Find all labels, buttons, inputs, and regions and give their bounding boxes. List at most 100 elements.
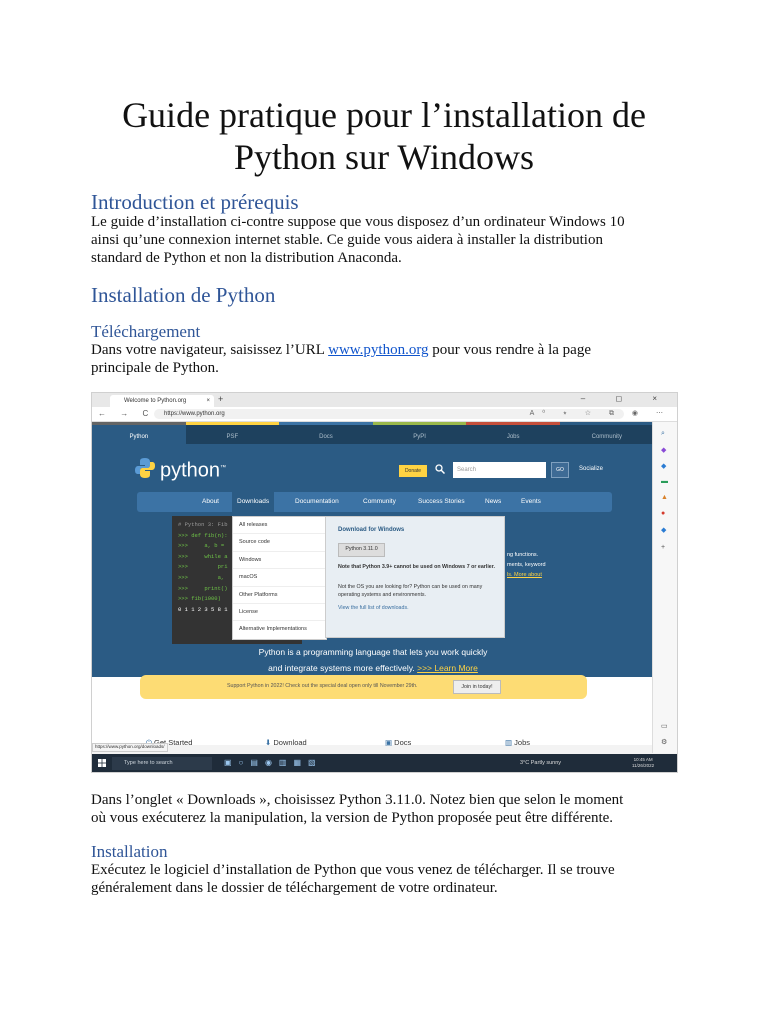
- download-paragraph: Dans votre navigateur, saisissez l’URL w…: [91, 341, 678, 377]
- document-page: Guide pratique pour l’installation de Py…: [0, 0, 768, 1024]
- intro-copy-line-1: ng functions.: [507, 552, 539, 558]
- menu-downloads[interactable]: Downloads: [232, 492, 275, 512]
- learn-more-link[interactable]: >>> Learn More: [417, 663, 478, 673]
- menu-news[interactable]: News: [485, 492, 501, 512]
- taskbar-search[interactable]: Type here to search: [112, 757, 212, 770]
- browser-toolbar-icons[interactable]: A⁰ ⭒ ☆ ⧉ ◉ ⋯: [530, 409, 671, 418]
- document-title: Guide pratique pour l’installation de Py…: [40, 94, 728, 178]
- browser-sidebar: ⌕ ◆ ◆ ▬ ▲ ● ◆ + ▭ ⚙: [652, 422, 677, 753]
- main-menu: About Downloads Documentation Community …: [137, 492, 612, 512]
- after-screenshot-paragraph: Dans l’onglet « Downloads », choisissez …: [91, 791, 678, 827]
- top-nav-psf[interactable]: PSF: [185, 422, 280, 444]
- menu-success-stories[interactable]: Success Stories: [418, 492, 465, 512]
- download-description: Not the OS you are looking for? Python c…: [338, 584, 483, 598]
- top-nav-jobs[interactable]: Jobs: [466, 422, 560, 444]
- intro-heading: Introduction et prérequis: [91, 190, 299, 214]
- dropdown-alternative-implementations[interactable]: Alternative Implementations: [233, 621, 326, 638]
- title-line-2: Python sur Windows: [234, 137, 534, 177]
- menu-about[interactable]: About: [202, 492, 219, 512]
- after-line-2: où vous exécuterez la manipulation, la v…: [91, 810, 614, 826]
- dropdown-all-releases[interactable]: All releases: [233, 517, 326, 535]
- title-line-1: Guide pratique pour l’installation de: [122, 95, 646, 135]
- tagline-line-2: and integrate systems more effectively.: [268, 663, 418, 673]
- browser-screenshot: Welcome to Python.org × + – ◻ × ← → C ⌂ …: [91, 392, 678, 773]
- installation-line-1: Exécutez le logiciel d’installation de P…: [91, 862, 615, 878]
- site-top-nav: Python PSF Docs PyPI Jobs Community: [92, 422, 654, 444]
- intro-paragraph: Le guide d’installation ci-contre suppos…: [91, 213, 678, 267]
- menu-documentation[interactable]: Documentation: [295, 492, 339, 512]
- intro-line-3: standard de Python et non la distributio…: [91, 250, 402, 266]
- download-panel-title: Download for Windows: [338, 527, 405, 533]
- widget-docs[interactable]: ▣ Docs: [385, 738, 411, 747]
- download-line-2: principale de Python.: [91, 360, 219, 376]
- briefcase-icon: ▥: [505, 738, 515, 747]
- menu-community[interactable]: Community: [363, 492, 396, 512]
- top-nav-pypi[interactable]: PyPI: [372, 422, 467, 444]
- python-logo[interactable]: python™: [134, 453, 244, 483]
- dropdown-macos[interactable]: macOS: [233, 569, 326, 587]
- installation-line-2: généralement dans le dossier de téléchar…: [91, 880, 498, 896]
- socialize-button[interactable]: Socialize: [579, 466, 603, 472]
- layout-icon[interactable]: ▭: [661, 722, 668, 730]
- tab-close-icon[interactable]: ×: [206, 395, 210, 407]
- windows-start-icon[interactable]: [98, 759, 106, 767]
- widget-download[interactable]: ⬇ Download: [265, 738, 307, 747]
- top-nav-python[interactable]: Python: [92, 422, 186, 444]
- taskbar-app-icons[interactable]: ▣○▤◉▥▦▧: [224, 758, 323, 767]
- top-nav-docs[interactable]: Docs: [279, 422, 373, 444]
- python-version-button[interactable]: Python 3.11.0: [338, 543, 385, 557]
- intro-line-1: Le guide d’installation ci-contre suppos…: [91, 214, 625, 230]
- search-sidebar-icon[interactable]: ⌕: [661, 430, 665, 438]
- docs-icon: ▣: [385, 738, 395, 747]
- dropdown-other-platforms[interactable]: Other Platforms: [233, 587, 326, 604]
- office-icon[interactable]: ▲: [661, 494, 668, 501]
- installation-paragraph: Exécutez le logiciel d’installation de P…: [91, 861, 678, 897]
- tagline: Python is a programming language that le…: [92, 644, 654, 676]
- intro-line-2: ainsi qu’une connexion internet stable. …: [91, 232, 603, 248]
- status-url: https://www.python.org/downloads/: [92, 743, 168, 752]
- tools-icon[interactable]: ◆: [661, 462, 666, 470]
- window-controls[interactable]: – ◻ ×: [581, 394, 671, 403]
- download-subheading: Téléchargement: [91, 322, 201, 341]
- download-note: Note that Python 3.9+ cannot be used on …: [338, 564, 495, 570]
- join-button[interactable]: Join in today!: [453, 680, 501, 694]
- widget-jobs[interactable]: ▥ Jobs: [505, 738, 530, 747]
- download-line-1b: pour vous rendre à la page: [428, 342, 591, 358]
- settings-icon[interactable]: ⚙: [661, 738, 667, 746]
- weather-widget[interactable]: 3°C Partly sunny: [520, 760, 561, 766]
- download-line-1a: Dans votre navigateur, saisissez l’URL: [91, 342, 329, 358]
- add-icon[interactable]: +: [661, 544, 665, 551]
- dropdown-source-code[interactable]: Source code: [233, 534, 326, 552]
- top-nav-community[interactable]: Community: [560, 422, 654, 444]
- tab-title: Welcome to Python.org: [124, 398, 187, 404]
- browser-tab[interactable]: Welcome to Python.org ×: [110, 395, 214, 407]
- search-icon: [435, 464, 447, 476]
- new-tab-icon[interactable]: +: [218, 394, 223, 404]
- dropdown-windows[interactable]: Windows: [233, 552, 326, 570]
- browser-tab-bar: Welcome to Python.org × + – ◻ ×: [92, 393, 677, 407]
- support-banner: Support Python in 2022! Check out the sp…: [140, 675, 587, 699]
- more-about-link[interactable]: ls. More about: [507, 572, 542, 578]
- go-button[interactable]: GO: [551, 462, 569, 478]
- python-logo-text: python™: [160, 459, 227, 482]
- donate-button[interactable]: Donate: [399, 465, 427, 477]
- address-bar: ← → C ⌂ https://www.python.org A⁰ ⭒ ☆ ⧉ …: [92, 407, 677, 422]
- search-input[interactable]: Search: [453, 462, 546, 478]
- dropdown-license[interactable]: License: [233, 604, 326, 622]
- python-org-link[interactable]: www.python.org: [328, 342, 428, 358]
- taskbar-clock[interactable]: 10:45 AM 11/26/2022: [632, 757, 654, 769]
- windows-taskbar: Type here to search ▣○▤◉▥▦▧ 3°C Partly s…: [92, 754, 677, 772]
- shopping-icon[interactable]: ◆: [661, 446, 666, 454]
- installation-subheading: Installation: [91, 842, 168, 861]
- games-icon[interactable]: ▬: [661, 478, 668, 485]
- downloads-dropdown: All releases Source code Windows macOS O…: [232, 516, 327, 640]
- view-downloads-link[interactable]: View the full list of downloads.: [338, 605, 409, 611]
- intro-copy-line-2: ments, keyword: [507, 562, 546, 568]
- menu-events[interactable]: Events: [521, 492, 541, 512]
- outlook-icon[interactable]: ●: [661, 510, 665, 517]
- drop-icon[interactable]: ◆: [661, 526, 666, 534]
- after-line-1: Dans l’onglet « Downloads », choisissez …: [91, 792, 624, 808]
- intro-copy: ng functions. ments, keyword ls. More ab…: [507, 550, 546, 580]
- download-panel: Download for Windows Python 3.11.0 Note …: [325, 516, 505, 638]
- install-heading: Installation de Python: [91, 283, 276, 307]
